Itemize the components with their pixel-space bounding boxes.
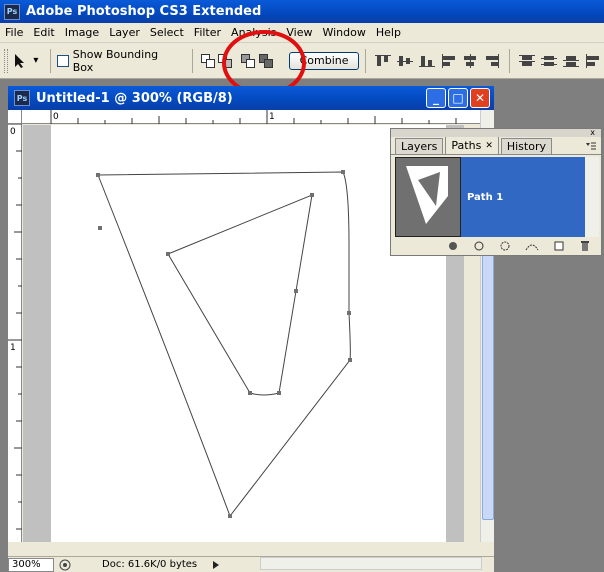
- panel-scrollbar[interactable]: [585, 157, 599, 237]
- status-arrow-icon[interactable]: [211, 560, 221, 570]
- distribute-vertical-centers-icon[interactable]: [540, 53, 558, 69]
- stroke-path-icon[interactable]: [473, 240, 485, 252]
- ruler-label-1: 1: [269, 112, 275, 122]
- horizontal-ruler-ticks: 0 1: [50, 110, 457, 124]
- document-title: Untitled-1 @ 300% (RGB/8): [36, 90, 233, 106]
- make-work-path-icon[interactable]: [525, 240, 539, 252]
- path-thumbnail-shape: [406, 166, 448, 224]
- distribute-bottom-edges-icon[interactable]: [562, 53, 580, 69]
- separator: [191, 48, 193, 73]
- photoshop-logo-icon: Ps: [4, 3, 20, 20]
- align-bottom-edges-icon[interactable]: [418, 53, 436, 69]
- horizontal-scrollbar[interactable]: [260, 557, 482, 570]
- status-menu-icon[interactable]: [58, 558, 72, 572]
- align-left-edges-icon[interactable]: [440, 53, 458, 69]
- anchor-point[interactable]: [294, 289, 298, 293]
- tool-preset-picker[interactable]: ▾: [8, 50, 44, 72]
- tab-layers-label: Layers: [401, 140, 438, 153]
- anchor-point[interactable]: [348, 358, 352, 362]
- path-thumbnail: [395, 157, 461, 237]
- tab-layers[interactable]: Layers: [395, 138, 444, 154]
- load-selection-icon[interactable]: [499, 240, 511, 252]
- align-right-edges-icon[interactable]: [483, 53, 501, 69]
- panel-close-icon[interactable]: x: [590, 129, 595, 137]
- distribute-left-edges-icon[interactable]: [584, 53, 602, 69]
- tab-paths[interactable]: Paths ✕: [445, 136, 499, 154]
- photoshop-logo-icon: Ps: [14, 90, 30, 106]
- add-to-shape-area-icon[interactable]: [200, 53, 216, 69]
- close-icon[interactable]: ✕: [485, 141, 493, 151]
- tab-history[interactable]: History: [500, 138, 552, 154]
- anchor-point[interactable]: [98, 226, 102, 230]
- align-horizontal-centers-icon[interactable]: [462, 53, 480, 69]
- separator: [509, 48, 511, 73]
- anchor-point[interactable]: [310, 193, 314, 197]
- anchor-point[interactable]: [228, 514, 232, 518]
- tab-paths-label: Paths: [451, 139, 482, 152]
- horizontal-ruler[interactable]: 0 1: [22, 110, 480, 124]
- anchor-point[interactable]: [341, 170, 345, 174]
- minimize-button[interactable]: _: [426, 88, 446, 108]
- path-row[interactable]: Path 1: [395, 157, 585, 237]
- menu-image[interactable]: Image: [60, 26, 104, 39]
- anchor-point[interactable]: [248, 391, 252, 395]
- ruler-origin[interactable]: [8, 110, 22, 124]
- ruler-label-0: 0: [10, 127, 16, 137]
- align-vertical-centers-icon[interactable]: [396, 53, 414, 69]
- tab-history-label: History: [506, 140, 546, 153]
- distribute-top-edges-icon[interactable]: [518, 53, 536, 69]
- panel-tabs: Layers Paths ✕ History: [391, 136, 601, 155]
- show-bounding-box-checkbox[interactable]: [56, 54, 69, 67]
- delete-path-icon[interactable]: [579, 240, 591, 252]
- ruler-label-0: 0: [53, 112, 59, 122]
- panel-menu-icon[interactable]: [585, 141, 597, 151]
- fill-path-icon[interactable]: [447, 240, 459, 252]
- new-path-icon[interactable]: [553, 240, 565, 252]
- app-title: Adobe Photoshop CS3 Extended: [26, 4, 262, 19]
- inner-path[interactable]: [167, 194, 313, 396]
- menu-file[interactable]: File: [0, 26, 28, 39]
- path-name: Path 1: [467, 191, 504, 203]
- anchor-point[interactable]: [347, 311, 351, 315]
- canvas[interactable]: [51, 125, 446, 542]
- anchor-point[interactable]: [96, 173, 100, 177]
- separator: [49, 48, 51, 73]
- ruler-label-1: 1: [10, 343, 16, 353]
- chevron-down-icon[interactable]: ▾: [33, 55, 38, 66]
- panel-header[interactable]: x: [391, 129, 601, 137]
- vertical-ruler-ticks: 0 1: [8, 123, 22, 530]
- window-controls: _ □ ✕: [424, 88, 490, 108]
- menu-bar: File Edit Image Layer Select Filter Anal…: [0, 23, 604, 43]
- close-button[interactable]: ✕: [470, 88, 490, 108]
- outer-path[interactable]: [97, 171, 351, 518]
- maximize-button[interactable]: □: [448, 88, 468, 108]
- show-bounding-box-label: Show Bounding Box: [72, 47, 159, 74]
- app-title-bar: Ps Adobe Photoshop CS3 Extended: [0, 0, 604, 23]
- vertical-ruler[interactable]: 0 1: [8, 123, 22, 542]
- anchor-point[interactable]: [277, 391, 281, 395]
- paths-panel: x Layers Paths ✕ History Path 1: [390, 128, 602, 256]
- panel-footer: [391, 237, 601, 255]
- menu-filter[interactable]: Filter: [189, 26, 226, 39]
- menu-window[interactable]: Window: [317, 26, 370, 39]
- zoom-level-field[interactable]: 300%: [8, 557, 54, 572]
- menu-edit[interactable]: Edit: [28, 26, 59, 39]
- align-top-edges-icon[interactable]: [374, 53, 392, 69]
- menu-select[interactable]: Select: [145, 26, 189, 39]
- menu-help[interactable]: Help: [371, 26, 406, 39]
- anchor-point[interactable]: [166, 252, 170, 256]
- menu-layer[interactable]: Layer: [104, 26, 145, 39]
- document-title-bar[interactable]: Ps Untitled-1 @ 300% (RGB/8) _ □ ✕: [8, 86, 494, 110]
- direct-selection-arrow-icon: [15, 53, 25, 68]
- path-drawing: [96, 170, 352, 518]
- separator: [364, 48, 366, 73]
- document-size-info: Doc: 61.6K/0 bytes: [102, 559, 198, 570]
